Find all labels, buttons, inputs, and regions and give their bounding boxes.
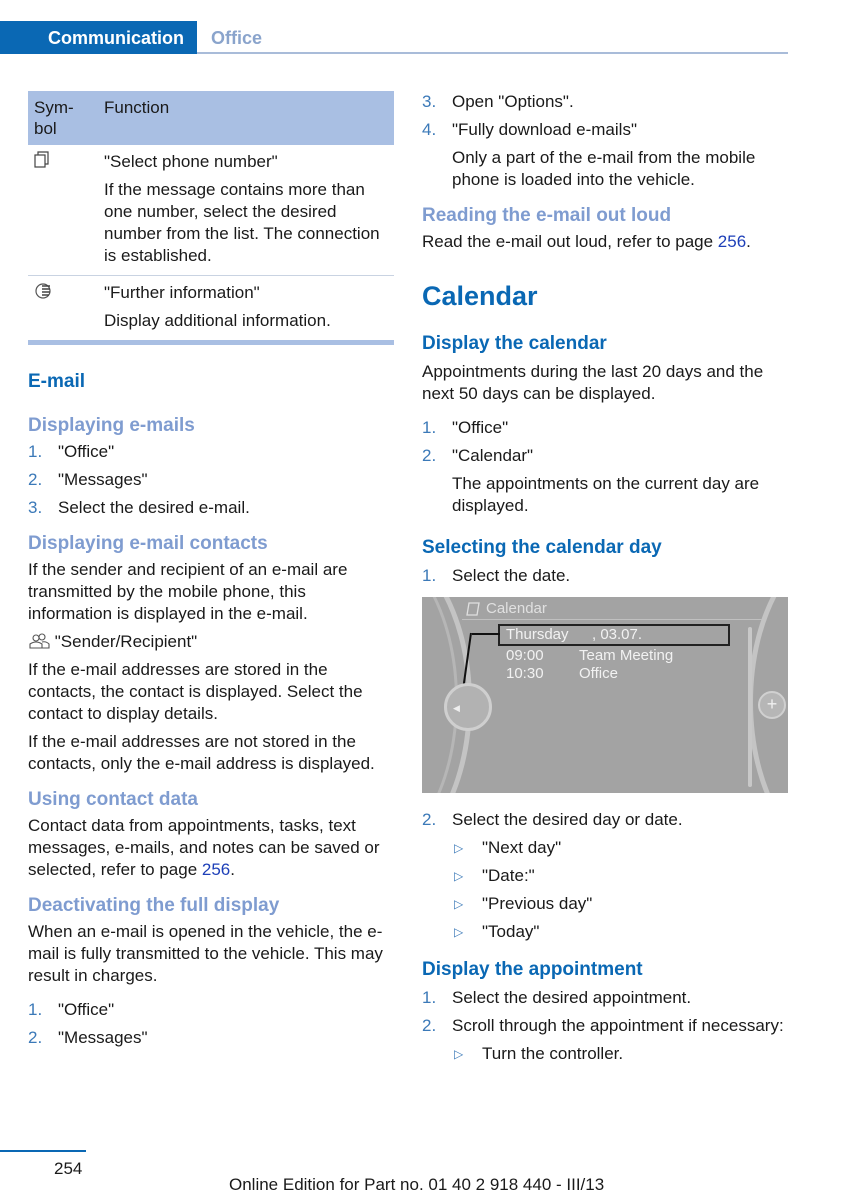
function-title: "Select phone number": [104, 152, 278, 171]
selected-day: Thursday: [506, 626, 569, 643]
calendar-screenshot: Calendar Thursday , 03.07. 09:00 Team Me…: [422, 597, 788, 793]
header-rule: [197, 52, 788, 54]
screen-title: Calendar: [486, 600, 547, 617]
paragraph: If the sender and recipient of an e-mail…: [28, 560, 348, 623]
symbol-table: Sym-bol Function "Select phone number" I…: [28, 91, 394, 345]
displaying-contacts-heading: Displaying e-mail contacts: [28, 533, 268, 554]
email-heading: E-mail: [28, 371, 86, 392]
display-appointment-heading: Display the appointment: [422, 959, 643, 980]
displaying-emails-steps: 1. "Office" 2. "Messages" 3. Select the des…: [28, 441, 394, 519]
function-column-header: Function: [98, 91, 394, 145]
selecting-day-heading: Selecting the calendar day: [422, 537, 662, 558]
plus-button[interactable]: +: [758, 691, 786, 719]
using-contact-heading: Using contact data: [28, 789, 198, 810]
display-calendar-steps: 1. "Office" 2. "Calendar" The appointments…: [422, 417, 788, 517]
deactivating-heading: Deactivating the full display: [28, 895, 280, 916]
list-item: 2. "Calendar" The appointments on the cur…: [422, 446, 760, 515]
table-row: "Further information" Display additional…: [28, 275, 394, 345]
paragraph: If the e-mail addresses are not stored i…: [28, 732, 375, 773]
list-item: 2. Scroll through the appointment if nece…: [422, 1015, 788, 1065]
footer-rule: [0, 1150, 86, 1152]
list-item: 1. "Office": [28, 1000, 115, 1019]
sender-recipient-item: "Sender/Recipient": [28, 631, 394, 653]
function-description: If the message contains more than one nu…: [104, 180, 380, 265]
list-item: ▷ "Previous day": [454, 894, 593, 913]
page-number: 254: [54, 1159, 83, 1178]
subsection-title: Office: [211, 28, 263, 48]
date-options: ▷ "Next day" ▷ "Date:" ▷ "Previous day" ▷ "T…: [452, 837, 788, 943]
triangle-bullet-icon: ▷: [454, 925, 464, 939]
paragraph: Read the e-mail out loud, refer to page …: [422, 232, 751, 251]
function-description: Display additional information.: [104, 311, 331, 330]
table-row: "Select phone number" If the message con…: [28, 145, 394, 276]
displaying-emails-heading: Displaying e-mails: [28, 415, 195, 436]
back-knob[interactable]: ◀: [444, 683, 492, 731]
left-column: Sym-bol Function "Select phone number" I…: [28, 91, 394, 1055]
selecting-day-step2: 2. Select the desired day or date. ▷ "Next…: [422, 809, 788, 943]
list-item: 2. "Messages": [28, 470, 148, 489]
list-item: ▷ "Date:": [454, 866, 535, 885]
selecting-day-step1: 1. Select the date.: [422, 565, 788, 587]
triangle-bullet-icon: ▷: [454, 841, 464, 855]
further-information-icon: [35, 283, 51, 299]
right-column: 3. Open "Options". 4. "Fully download e-ma…: [422, 91, 788, 1071]
appointment-time: 10:30: [506, 665, 544, 682]
reading-heading: Reading the e-mail out loud: [422, 205, 672, 226]
deactivating-steps: 1. "Office" 2. "Messages": [28, 999, 394, 1049]
scrollbar[interactable]: [748, 627, 752, 787]
list-item: 2. Select the desired day or date. ▷ "Next…: [422, 809, 788, 943]
edition-note: Online Edition for Part no. 01 40 2 918 …: [229, 1175, 605, 1194]
display-appointment-steps: 1. Select the desired appointment. 2. Scro…: [422, 987, 788, 1065]
plus-icon: +: [766, 694, 778, 714]
page-link[interactable]: 256: [202, 860, 230, 879]
function-title: "Further information": [104, 283, 260, 302]
callout-line: [472, 633, 500, 635]
continued-steps: 3. Open "Options". 4. "Fully download e-ma…: [422, 91, 788, 191]
calendar-heading: Calendar: [422, 281, 538, 311]
paragraph: When an e-mail is opened in the vehicle,…: [28, 922, 383, 985]
list-item: ▷ "Next day": [454, 838, 562, 857]
triangle-bullet-icon: ▷: [454, 869, 464, 883]
list-item: 1. Select the desired appointment.: [422, 988, 692, 1007]
list-item: 4. "Fully download e-mails" Only a part o…: [422, 120, 756, 189]
list-item: 3. Select the desired e-mail.: [28, 498, 250, 517]
page-link[interactable]: 256: [718, 232, 746, 251]
calendar-icon: [466, 602, 480, 616]
paragraph: Appointments during the last 20 days and…: [422, 362, 764, 403]
paragraph: Contact data from appointments, tasks, t…: [28, 816, 380, 879]
section-title: Communication: [48, 28, 185, 48]
section-tab-communication: Communication: [0, 21, 197, 54]
copy-phone-number-icon: [34, 151, 49, 168]
back-arrow-icon: ◀: [453, 703, 460, 713]
display-calendar-heading: Display the calendar: [422, 333, 607, 354]
paragraph: If the e-mail addresses are stored in th…: [28, 660, 363, 723]
list-item: ▷ "Today": [454, 922, 540, 941]
list-item: 3. Open "Options".: [422, 92, 574, 111]
list-item: ▷ Turn the controller.: [454, 1044, 624, 1063]
symbol-column-header: Sym-bol: [28, 91, 98, 145]
sender-recipient-icon: [29, 633, 50, 649]
table-header-row: Sym-bol Function: [28, 91, 394, 145]
triangle-bullet-icon: ▷: [454, 897, 464, 911]
appointment-title[interactable]: Office: [579, 663, 618, 685]
selected-date: , 03.07.: [592, 626, 643, 643]
list-item: 1. Select the date.: [422, 566, 571, 585]
list-item: 2. "Messages": [28, 1028, 148, 1047]
list-item: 1. "Office": [28, 442, 115, 461]
triangle-bullet-icon: ▷: [454, 1047, 464, 1061]
list-item: 1. "Office": [422, 418, 509, 437]
